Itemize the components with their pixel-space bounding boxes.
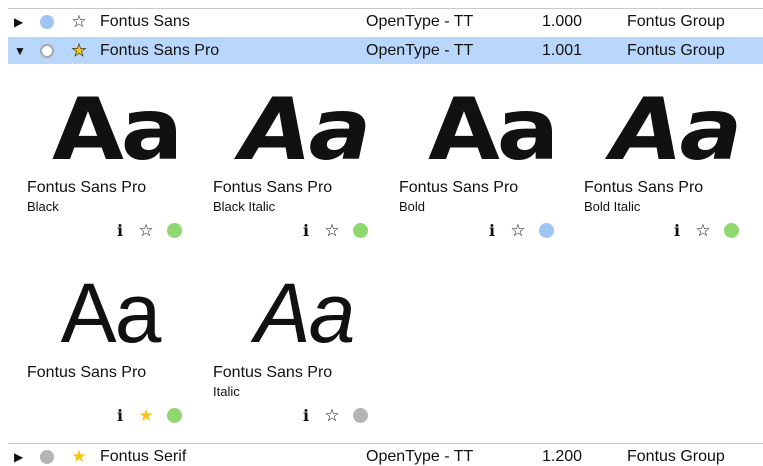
favorite-star-icon[interactable]: ☆ xyxy=(509,222,527,239)
info-icon[interactable]: i xyxy=(115,406,125,425)
favorite-star-icon[interactable]: ★ xyxy=(137,407,155,424)
font-version: 1.200 xyxy=(542,447,583,465)
font-sample: Aa xyxy=(60,266,162,360)
face-style-name: Black xyxy=(27,199,59,214)
face-family-name: Fontus Sans Pro xyxy=(27,364,147,381)
font-version: 1.001 xyxy=(542,41,583,59)
font-family-row[interactable]: ▶ ★ Fontus Serif OpenType - TT 1.200 Fon… xyxy=(8,443,763,466)
font-sample: Aa xyxy=(239,80,371,180)
favorite-star-icon[interactable]: ☆ xyxy=(323,222,341,239)
favorite-star-icon[interactable]: ☆ xyxy=(694,222,712,239)
face-actions: i ☆ xyxy=(487,219,567,241)
face-actions: i ☆ xyxy=(301,219,381,241)
disclosure-triangle-icon[interactable]: ▶ xyxy=(14,450,30,464)
font-sample: Aa xyxy=(427,80,559,180)
status-dot-icon[interactable] xyxy=(353,222,368,238)
info-icon[interactable]: i xyxy=(672,221,682,240)
font-sample: Aa xyxy=(610,80,742,180)
status-dot-icon[interactable] xyxy=(539,222,554,238)
face-actions: i ☆ xyxy=(672,219,752,241)
info-icon[interactable]: i xyxy=(487,221,497,240)
font-foundry: Fontus Group xyxy=(627,447,725,465)
font-family-row[interactable]: ▶ ☆ Fontus Sans OpenType - TT 1.000 Font… xyxy=(8,8,763,34)
face-family-name: Fontus Sans Pro xyxy=(213,179,333,196)
disclosure-triangle-icon[interactable]: ▼ xyxy=(14,44,30,58)
face-actions: i ★ xyxy=(115,404,195,426)
face-style-name: Bold Italic xyxy=(584,199,641,214)
face-style-name: Italic xyxy=(213,384,240,399)
font-type: OpenType - TT xyxy=(366,12,474,30)
info-icon[interactable]: i xyxy=(301,406,311,425)
status-dot-icon[interactable] xyxy=(40,43,54,58)
info-icon[interactable]: i xyxy=(301,221,311,240)
face-family-name: Fontus Sans Pro xyxy=(27,179,147,196)
font-family-name: Fontus Sans xyxy=(100,12,190,30)
favorite-star-icon[interactable]: ☆ xyxy=(70,13,88,30)
font-face-card[interactable]: Aa Fontus Sans Pro Italic i ☆ xyxy=(213,265,393,440)
favorite-star-icon[interactable]: ★ xyxy=(70,42,88,60)
font-face-card[interactable]: Aa Fontus Sans Pro Bold Italic i ☆ xyxy=(584,80,763,255)
favorite-star-icon[interactable]: ☆ xyxy=(323,407,341,424)
status-dot-icon[interactable] xyxy=(40,449,54,464)
status-dot-icon[interactable] xyxy=(167,222,182,238)
disclosure-triangle-icon[interactable]: ▶ xyxy=(14,15,30,29)
font-face-card[interactable]: Aa Fontus Sans Pro Bold i ☆ xyxy=(399,80,579,255)
face-style-name: Bold xyxy=(399,199,426,214)
font-foundry: Fontus Group xyxy=(627,12,725,30)
face-family-name: Fontus Sans Pro xyxy=(399,179,519,196)
font-face-card[interactable]: Aa Fontus Sans Pro Black i ☆ xyxy=(27,80,207,255)
info-icon[interactable]: i xyxy=(115,221,125,240)
face-family-name: Fontus Sans Pro xyxy=(213,364,333,381)
font-type: OpenType - TT xyxy=(366,447,474,465)
favorite-star-icon[interactable]: ★ xyxy=(70,448,88,465)
font-family-name: Fontus Sans Pro xyxy=(100,41,220,59)
face-actions: i ☆ xyxy=(115,219,195,241)
font-foundry: Fontus Group xyxy=(627,41,725,59)
font-face-card[interactable]: Aa Fontus Sans Pro Black Italic i ☆ xyxy=(213,80,393,255)
favorite-star-icon[interactable]: ☆ xyxy=(137,222,155,239)
font-face-card[interactable]: Aa Fontus Sans Pro i ★ xyxy=(27,265,207,440)
status-dot-icon[interactable] xyxy=(353,407,368,423)
font-family-name: Fontus Serif xyxy=(100,447,187,465)
font-sample: Aa xyxy=(254,266,356,360)
status-dot-icon[interactable] xyxy=(724,222,739,238)
status-dot-icon[interactable] xyxy=(40,14,54,29)
face-family-name: Fontus Sans Pro xyxy=(584,179,704,196)
face-style-name: Black Italic xyxy=(213,199,276,214)
font-sample: Aa xyxy=(51,80,183,180)
font-version: 1.000 xyxy=(542,12,583,30)
font-type: OpenType - TT xyxy=(366,41,474,59)
face-actions: i ☆ xyxy=(301,404,381,426)
status-dot-icon[interactable] xyxy=(167,407,182,423)
font-family-row-selected[interactable]: ▼ ★ Fontus Sans Pro OpenType - TT 1.001 … xyxy=(8,37,763,64)
